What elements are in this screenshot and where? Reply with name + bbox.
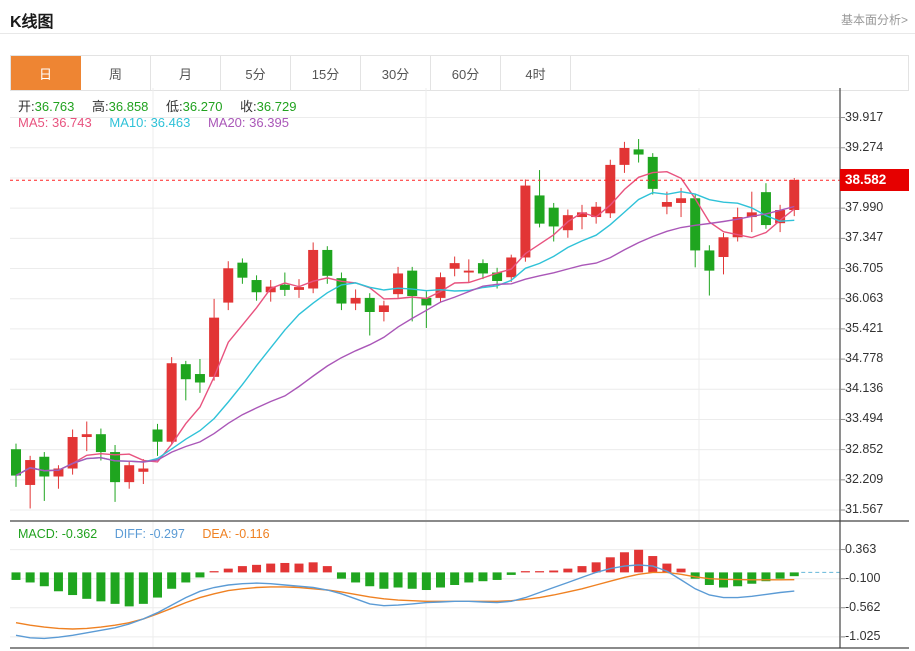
axis-tick-label: 37.990 xyxy=(845,200,884,215)
dea-label: DEA: xyxy=(202,527,232,541)
axis-tick-label: 36.063 xyxy=(845,290,884,305)
axis-tick-label: 39.917 xyxy=(845,109,884,124)
axis-tick-label: 37.347 xyxy=(845,230,884,245)
kline-widget: K线图 基本面分析> 日周月 5分 15分 30分 60分 4时 39.917 39.274… xyxy=(0,0,915,651)
ma10-value: 36.463 xyxy=(150,115,191,130)
axis-tick-label: -0.100 xyxy=(845,570,881,585)
diff-value: -0.297 xyxy=(149,527,185,541)
low-value: 36.270 xyxy=(182,99,223,114)
axis-tick-label: 31.567 xyxy=(845,502,884,516)
axis-tick-label: 33.494 xyxy=(845,411,884,426)
ma5-label: MA5: xyxy=(18,115,49,130)
macd-readout: MACD: -0.362 DIFF: -0.297 DEA: -0.116 xyxy=(18,527,270,541)
axis-tick-label: 35.421 xyxy=(845,320,884,335)
axis-tick-label: 34.136 xyxy=(845,381,884,396)
ohlc-readout: 开:36.763 高:36.858 低:36.270 收:36.729 xyxy=(18,96,296,115)
axis-tick-label: 0.363 xyxy=(845,541,877,556)
axis-tick-label: 32.852 xyxy=(845,441,884,456)
dea-value: -0.116 xyxy=(235,527,270,541)
low-label: 低: xyxy=(166,99,183,114)
current-price-tag: 38.582 xyxy=(840,169,909,191)
axis-tick-label: 34.778 xyxy=(845,351,884,366)
ma5-value: 36.743 xyxy=(51,115,92,130)
high-label: 高: xyxy=(92,99,109,114)
high-value: 36.858 xyxy=(108,99,149,114)
axis-tick-label: -0.562 xyxy=(845,599,881,614)
axis-tick-label: -1.025 xyxy=(845,628,881,643)
open-label: 开: xyxy=(18,99,35,114)
diff-label: DIFF: xyxy=(114,527,146,541)
axis-tick-label: 32.209 xyxy=(845,471,884,486)
axis-tick-label: 39.274 xyxy=(845,139,884,154)
close-label: 收: xyxy=(240,99,257,114)
open-value: 36.763 xyxy=(34,99,75,114)
ma-readout: MA5: 36.743 MA10: 36.463 MA20: 36.395 xyxy=(18,115,289,130)
macd-label: MACD: xyxy=(18,527,59,541)
ma10-label: MA10: xyxy=(109,115,147,130)
axis-tick-label: 36.705 xyxy=(845,260,884,275)
ma20-value: 36.395 xyxy=(249,115,289,130)
macd-value: -0.362 xyxy=(61,527,98,541)
close-value: 36.729 xyxy=(256,99,297,114)
ma20-label: MA20: xyxy=(207,115,246,130)
